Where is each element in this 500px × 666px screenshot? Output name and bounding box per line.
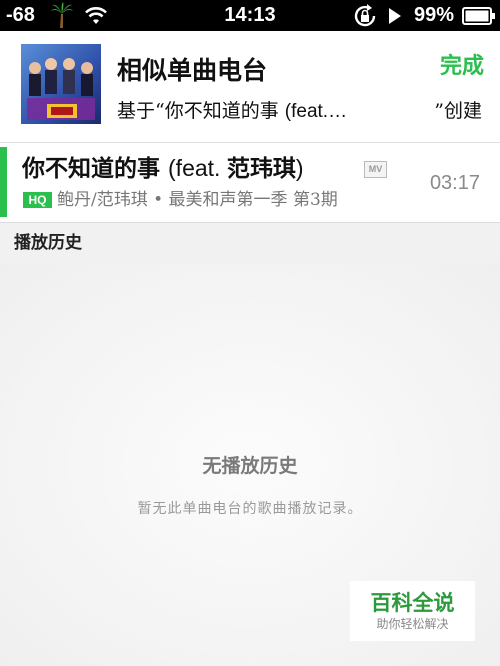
battery-icon xyxy=(462,7,495,25)
subtitle-song: (feat.… xyxy=(284,101,348,122)
rotation-lock-icon xyxy=(354,4,376,27)
album-cover xyxy=(21,44,101,124)
done-button[interactable]: 完成 xyxy=(440,52,484,80)
empty-description: 暂无此单曲电台的歌曲播放记录。 xyxy=(137,501,363,517)
song-row[interactable]: 你不知道的事 (feat. 范玮琪) MV 03:17 HQ 鲍丹/范玮琪 • … xyxy=(0,143,500,223)
watermark-main: 百科全说 xyxy=(370,591,455,615)
empty-title: 无播放历史 xyxy=(202,455,298,477)
radio-subtitle: 基于“你不知道的事 (feat.… ”创建 xyxy=(117,98,482,125)
subtitle-suffix: ”创建 xyxy=(432,98,482,124)
song-title-close: ) xyxy=(295,155,304,181)
now-playing-indicator xyxy=(0,147,7,217)
battery-percent: 99% xyxy=(414,4,455,26)
section-title: 播放历史 xyxy=(14,233,82,253)
song-title-cn: 你不知道的事 xyxy=(22,155,169,182)
page-title: 相似单曲电台 xyxy=(117,56,268,85)
status-bar: -68 14:13 99% xyxy=(0,0,500,31)
watermark-logo: 百科全说 助你轻松解决 xyxy=(350,581,475,641)
album-cover-image xyxy=(21,44,101,124)
mv-badge[interactable]: MV xyxy=(364,161,387,178)
song-title: 你不知道的事 (feat. 范玮琪) xyxy=(22,153,304,184)
song-title-feat: (feat. xyxy=(168,155,227,181)
song-duration: 03:17 xyxy=(429,172,480,194)
subtitle-prefix: 基于“你不知道的事 xyxy=(117,100,285,122)
section-header: 播放历史 xyxy=(0,223,500,263)
song-meta: 鲍丹/范玮琪 • 最美和声第一季 第3期 xyxy=(57,190,338,210)
watermark-sub: 助你轻松解决 xyxy=(376,617,449,631)
song-title-feat-cn: 范玮琪 xyxy=(226,155,296,182)
play-icon xyxy=(389,8,401,24)
hq-badge: HQ xyxy=(23,192,52,208)
radio-header: 相似单曲电台 完成 基于“你不知道的事 (feat.… ”创建 xyxy=(0,31,500,143)
